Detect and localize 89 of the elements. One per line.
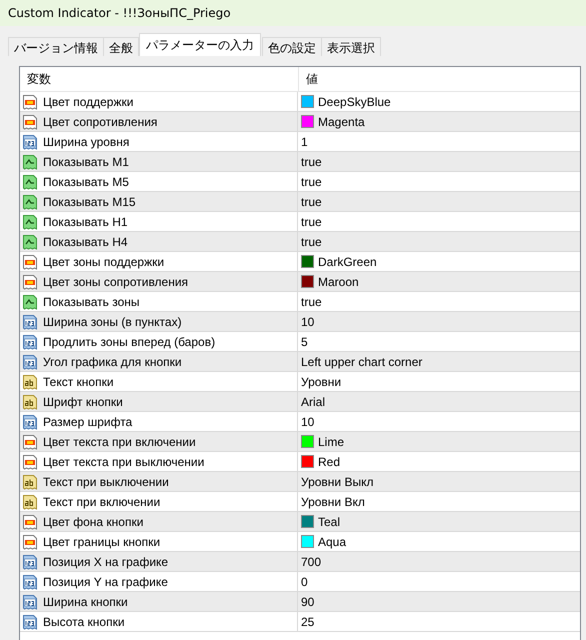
color-parameter-icon [22,514,38,530]
parameter-value[interactable]: Magenta [318,114,365,128]
parameter-value[interactable]: true [301,294,322,308]
parameter-value[interactable]: Arial [301,394,326,408]
color-parameter-icon [22,534,38,550]
parameter-value[interactable]: Уровни Вкл [301,494,365,508]
parameter-value[interactable]: 700 [301,554,322,568]
parameter-name: Угол графика для кнопки [43,354,182,368]
parameter-name: Ширина зоны (в пунктах) [43,314,182,328]
text-parameter-icon [22,374,38,390]
number-parameter-icon [22,414,38,430]
parameter-name: Ширина уровня [43,134,130,148]
parameter-name: Цвет зоны поддержки [43,254,164,268]
parameter-value[interactable]: Уровни [301,374,342,388]
parameter-name: Показывать зоны [43,294,140,308]
color-parameter-icon [22,274,38,290]
tab[interactable]: 全般 [103,37,139,56]
parameter-value[interactable]: 5 [301,334,308,348]
parameter-name: Текст кнопки [43,374,114,388]
number-parameter-icon [22,334,38,350]
boolean-parameter-icon [22,234,38,250]
number-parameter-icon [22,594,38,610]
color-parameter-icon [22,434,38,450]
tab[interactable]: バージョン情報 [8,37,104,56]
parameter-name: Шрифт кнопки [43,394,123,408]
parameter-value[interactable]: Red [318,454,340,468]
parameter-value[interactable]: Left upper chart corner [301,354,422,368]
parameter-value[interactable]: Maroon [318,274,359,288]
tab[interactable]: 色の設定 [262,37,322,56]
parameter-name: Текст при выключении [43,474,169,488]
boolean-parameter-icon [22,174,38,190]
parameter-value[interactable]: true [301,234,322,248]
parameter-value[interactable]: DeepSkyBlue [318,94,391,108]
parameter-value[interactable]: 10 [301,314,314,328]
parameter-value[interactable]: Aqua [318,534,346,548]
color-parameter-icon [22,94,38,110]
color-parameter-icon [22,114,38,130]
number-parameter-icon [22,614,38,630]
parameter-value[interactable]: 0 [301,574,308,588]
parameter-value[interactable]: Уровни Выкл [301,474,374,488]
boolean-parameter-icon [22,194,38,210]
parameter-value[interactable]: true [301,174,322,188]
number-parameter-icon [22,134,38,150]
parameter-name: Ширина кнопки [43,594,128,608]
parameter-name: Цвет границы кнопки [43,534,160,548]
parameter-name: Цвет текста при выключении [43,454,204,468]
boolean-parameter-icon [22,214,38,230]
number-parameter-icon [22,314,38,330]
column-header: 値 [298,67,580,91]
number-parameter-icon [22,554,38,570]
tab[interactable]: 表示選択 [321,37,381,56]
number-parameter-icon [22,574,38,590]
parameter-name: Показывать M5 [43,174,129,188]
parameter-name: Цвет сопротивления [43,114,158,128]
window-title: Custom Indicator - !!!ЗоныПС_Priego [8,6,231,20]
parameter-value[interactable]: true [301,214,322,228]
color-parameter-icon [22,454,38,470]
parameter-name: Показывать M1 [43,154,129,168]
parameter-name: Высота кнопки [43,614,125,628]
parameter-value[interactable]: 90 [301,594,314,608]
tab[interactable]: パラメーターの入力 [139,33,261,56]
text-parameter-icon [22,394,38,410]
parameter-name: Показывать H1 [43,214,128,228]
parameter-name: Текст при включении [43,494,160,508]
parameter-value[interactable]: Lime [318,434,344,448]
parameter-name: Цвет текста при включении [43,434,196,448]
parameter-value[interactable]: 25 [301,614,314,628]
parameter-name: Показывать H4 [43,234,128,248]
parameter-name: Цвет фона кнопки [43,514,144,528]
parameter-value[interactable]: DarkGreen [318,254,377,268]
parameter-value[interactable]: 1 [301,134,308,148]
text-parameter-icon [22,474,38,490]
color-parameter-icon [22,254,38,270]
text-parameter-icon [22,494,38,510]
number-parameter-icon [22,354,38,370]
parameter-value[interactable]: Teal [318,514,340,528]
parameter-name: Продлить зоны вперед (баров) [43,334,216,348]
boolean-parameter-icon [22,294,38,310]
parameter-name: Позиция Y на графике [43,574,168,588]
parameter-name: Позиция X на графике [43,554,168,568]
parameter-name: Размер шрифта [43,414,132,428]
parameter-value[interactable]: true [301,154,322,168]
parameter-name: Цвет поддержки [43,94,134,108]
boolean-parameter-icon [22,154,38,170]
parameter-value[interactable]: 10 [301,414,314,428]
parameter-value[interactable]: true [301,194,322,208]
parameter-name: Показывать M15 [43,194,136,208]
parameter-name: Цвет зоны сопротивления [43,274,188,288]
column-header: 変数 [26,71,52,88]
